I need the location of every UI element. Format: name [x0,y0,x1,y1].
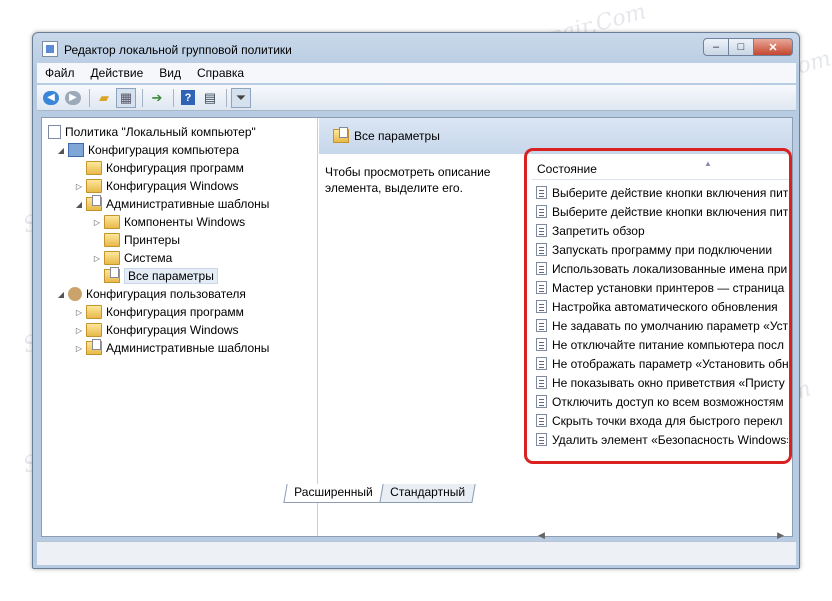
properties-button[interactable]: ▤ [200,88,220,108]
folder-icon [86,305,102,319]
tree-item-user-config[interactable]: ◢ Конфигурация пользователя [56,285,246,303]
tree-item-label: Система [124,251,173,265]
tree-item-system[interactable]: ▷ Система [92,249,172,267]
pane-title: Все параметры [354,129,440,143]
expand-arrow-icon[interactable]: ▷ [74,326,84,335]
tree-item-label: Конфигурация программ [106,305,244,319]
export-list-icon: ➔ [151,89,163,105]
folder-icon [104,215,120,229]
filter-button[interactable]: ⏷ [231,87,251,108]
status-bar [37,541,796,565]
tab-standard[interactable]: Стандартный [378,484,476,503]
scroll-right-icon[interactable]: ▶ [777,530,784,541]
tree-item-label: Политика "Локальный компьютер" [65,125,256,139]
all-settings-icon [333,127,349,143]
tree-item-admin-templates[interactable]: ◢ Административные шаблоны [74,195,269,213]
tab-label: Стандартный [389,485,465,499]
description-text: Чтобы просмотреть описание элемента, выд… [325,165,491,195]
back-button[interactable]: ◀ [41,88,61,108]
tree-item-user-admin-templates[interactable]: ▷ Административные шаблоны [74,339,269,357]
console-tree: Политика "Локальный компьютер" ◢ Конфигу… [42,118,318,536]
up-folder-button[interactable]: ▰ [94,88,114,108]
expand-arrow-icon[interactable]: ▷ [74,308,84,317]
toolbar-separator [173,88,174,107]
console-tree-icon: ▦ [119,89,133,105]
view-tabs: Расширенный Стандартный [283,484,476,504]
computer-icon [68,143,84,157]
back-arrow-icon: ◀ [43,90,59,105]
minimize-icon: – [712,41,720,53]
maximize-icon: □ [737,41,745,53]
tab-label: Расширенный [294,485,373,499]
help-button[interactable]: ? [178,88,198,108]
tree-item-root[interactable]: Политика "Локальный компьютер" [46,123,256,141]
export-list-button[interactable]: ➔ [147,88,167,108]
title-bar[interactable]: Редактор локальной групповой политики – … [33,33,799,61]
window-title: Редактор локальной групповой политики [64,43,292,57]
toolbar: ◀ ▶ ▰ ▦ ➔ ? ▤ ⏷ [37,85,796,111]
menu-file[interactable]: Файл [37,66,83,80]
minimize-button[interactable]: – [703,38,729,56]
user-icon [68,287,82,301]
folder-icon [86,195,102,211]
expand-arrow-icon[interactable]: ▷ [92,254,102,263]
tree-item-label: Административные шаблоны [106,341,270,355]
collapse-arrow-icon[interactable]: ◢ [74,200,84,209]
up-folder-icon: ▰ [99,89,109,105]
tab-extended[interactable]: Расширенный [283,484,384,503]
forward-arrow-icon: ▶ [65,90,81,105]
filter-icon: ⏷ [235,89,247,105]
folder-icon [86,179,102,193]
collapse-arrow-icon[interactable]: ◢ [56,146,66,155]
folder-icon [86,323,102,337]
help-icon: ? [181,90,195,105]
tree-item-computer-config[interactable]: ◢ Конфигурация компьютера [56,141,239,159]
close-icon: ✕ [768,41,778,54]
tree-item-label: Конфигурация Windows [106,179,239,193]
collapse-arrow-icon[interactable]: ◢ [56,290,66,299]
forward-button[interactable]: ▶ [63,88,83,108]
menu-view[interactable]: Вид [151,66,189,80]
tree-item-windows-components[interactable]: ▷ Компоненты Windows [92,213,245,231]
policy-icon [48,125,61,139]
toolbar-separator [142,88,143,107]
expand-arrow-icon[interactable]: ▷ [74,344,84,353]
show-tree-button[interactable]: ▦ [116,87,136,108]
tree-item-label: Все параметры [124,268,218,284]
all-settings-icon [104,267,120,283]
menu-help[interactable]: Справка [189,66,252,80]
tree-item-label: Принтеры [124,233,180,247]
expand-arrow-icon[interactable]: ▷ [92,218,102,227]
toolbar-separator [226,88,227,107]
properties-icon: ▤ [203,89,217,105]
menu-action[interactable]: Действие [83,66,152,80]
app-icon [42,41,58,57]
tree-item-label: Конфигурация компьютера [88,143,240,157]
tree-item-printers[interactable]: Принтеры [102,231,180,249]
tree-item-label: Административные шаблоны [106,197,270,211]
highlight-frame [524,148,792,464]
tree-item-label: Конфигурация Windows [106,323,239,337]
tree-item-label: Конфигурация пользователя [86,287,246,301]
scroll-left-icon[interactable]: ◀ [538,530,545,541]
folder-icon [86,339,102,355]
tree-item-windows-settings[interactable]: ▷ Конфигурация Windows [74,177,239,195]
menu-bar: Файл Действие Вид Справка [37,63,796,83]
close-button[interactable]: ✕ [753,38,793,56]
folder-icon [104,251,120,265]
tree-item-label: Конфигурация программ [106,161,244,175]
toolbar-separator [89,88,90,107]
expand-arrow-icon[interactable]: ▷ [74,182,84,191]
tree-item-user-software-settings[interactable]: ▷ Конфигурация программ [74,303,244,321]
folder-icon [86,161,102,175]
tree-item-label: Компоненты Windows [124,215,246,229]
tree-item-all-settings[interactable]: Все параметры [102,267,218,285]
maximize-button[interactable]: □ [728,38,754,56]
folder-icon [104,233,120,247]
tree-item-software-settings[interactable]: Конфигурация программ [84,159,244,177]
tree-item-user-windows-settings[interactable]: ▷ Конфигурация Windows [74,321,239,339]
